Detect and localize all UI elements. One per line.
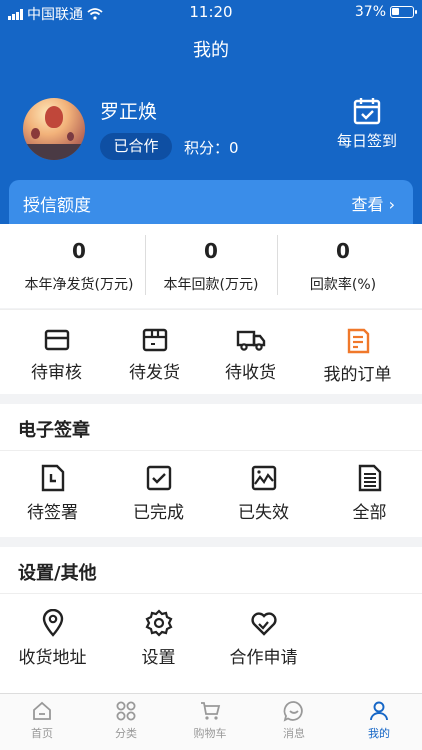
- tab-messages[interactable]: 消息: [252, 700, 336, 741]
- daily-checkin-button[interactable]: 每日签到: [332, 96, 402, 151]
- pending-review-button[interactable]: 待审核: [4, 328, 109, 383]
- box-icon: [142, 328, 167, 352]
- tab-mine[interactable]: 我的: [337, 700, 421, 741]
- card-icon: [44, 329, 69, 351]
- esign-to-sign-button[interactable]: 待签署: [0, 464, 105, 523]
- chevron-right-icon: ›: [388, 195, 395, 214]
- broken-image-icon: [251, 465, 276, 491]
- cooperation-apply-button[interactable]: 合作申请: [211, 609, 316, 668]
- tab-home[interactable]: 首页: [0, 700, 84, 741]
- order-shortcuts: 待审核 待发货 待收货 我的订单: [0, 309, 422, 394]
- user-name: 罗正焕: [100, 101, 158, 123]
- credit-view-link[interactable]: 查看 ›: [351, 191, 395, 215]
- gear-icon: [145, 609, 172, 637]
- order-document-icon: [347, 328, 369, 354]
- stats-panel: 0 本年净发货(万元) 0 本年回款(万元) 0 回款率(%): [0, 224, 422, 308]
- profile-header: 中国联通 11:20 37% 我的 罗正焕 已合作 积分：0 每日签到 授信额度…: [0, 0, 422, 228]
- daily-checkin-label: 每日签到: [336, 132, 397, 150]
- home-icon: [33, 701, 51, 720]
- stat-payment-rate[interactable]: 0 回款率(%): [273, 224, 413, 308]
- checkbox-icon: [146, 465, 171, 491]
- settings-section: 设置/其他 收货地址 设置 合作申请: [0, 547, 422, 693]
- page-title: 我的: [193, 40, 229, 61]
- stat-payment-received[interactable]: 0 本年回款(万元): [141, 224, 281, 308]
- bottom-tab-bar: 首页 分类 购物车 消息 我的: [0, 693, 422, 750]
- cooperation-status-badge: 已合作: [100, 133, 172, 160]
- stat-label: 回款率(%): [309, 277, 377, 293]
- category-grid-icon: [116, 701, 136, 721]
- calendar-check-icon: [353, 98, 381, 125]
- avatar[interactable]: [23, 98, 85, 160]
- e-signature-section: 电子签章 待签署 已完成 已失效 全部: [0, 404, 422, 537]
- section-title: 设置/其他: [18, 563, 97, 584]
- truck-icon: [236, 330, 265, 351]
- location-pin-icon: [42, 609, 63, 637]
- heart-link-icon: [250, 612, 277, 636]
- esign-all-button[interactable]: 全部: [317, 464, 422, 523]
- esign-expired-button[interactable]: 已失效: [211, 464, 316, 523]
- shipping-address-button[interactable]: 收货地址: [0, 609, 105, 668]
- stat-value: 0: [72, 239, 86, 263]
- settings-button[interactable]: 设置: [106, 609, 211, 668]
- tab-cart[interactable]: 购物车: [168, 700, 252, 741]
- stat-label: 本年回款(万元): [163, 277, 259, 293]
- credit-limit-bar[interactable]: 授信额度 查看 ›: [9, 180, 413, 224]
- user-icon: [370, 701, 388, 721]
- stat-net-shipment[interactable]: 0 本年净发货(万元): [9, 224, 149, 308]
- esign-completed-button[interactable]: 已完成: [106, 464, 211, 523]
- status-bar: 中国联通 11:20 37%: [0, 0, 422, 24]
- stat-value: 0: [204, 239, 218, 263]
- points-text: 积分：0: [184, 139, 239, 157]
- chat-icon: [283, 701, 303, 722]
- battery-percent: 37%: [354, 4, 386, 20]
- cart-icon: [201, 702, 221, 720]
- battery-icon: [390, 6, 417, 18]
- my-orders-button[interactable]: 我的订单: [305, 328, 410, 385]
- document-list-icon: [358, 464, 381, 492]
- pending-receipt-button[interactable]: 待收货: [198, 328, 303, 383]
- section-title: 电子签章: [18, 420, 90, 441]
- credit-limit-title: 授信额度: [23, 196, 91, 216]
- stat-label: 本年净发货(万元): [24, 277, 134, 293]
- pending-shipment-button[interactable]: 待发货: [102, 328, 207, 383]
- document-clock-icon: [41, 464, 64, 492]
- tab-category[interactable]: 分类: [84, 700, 168, 741]
- stat-value: 0: [336, 239, 350, 263]
